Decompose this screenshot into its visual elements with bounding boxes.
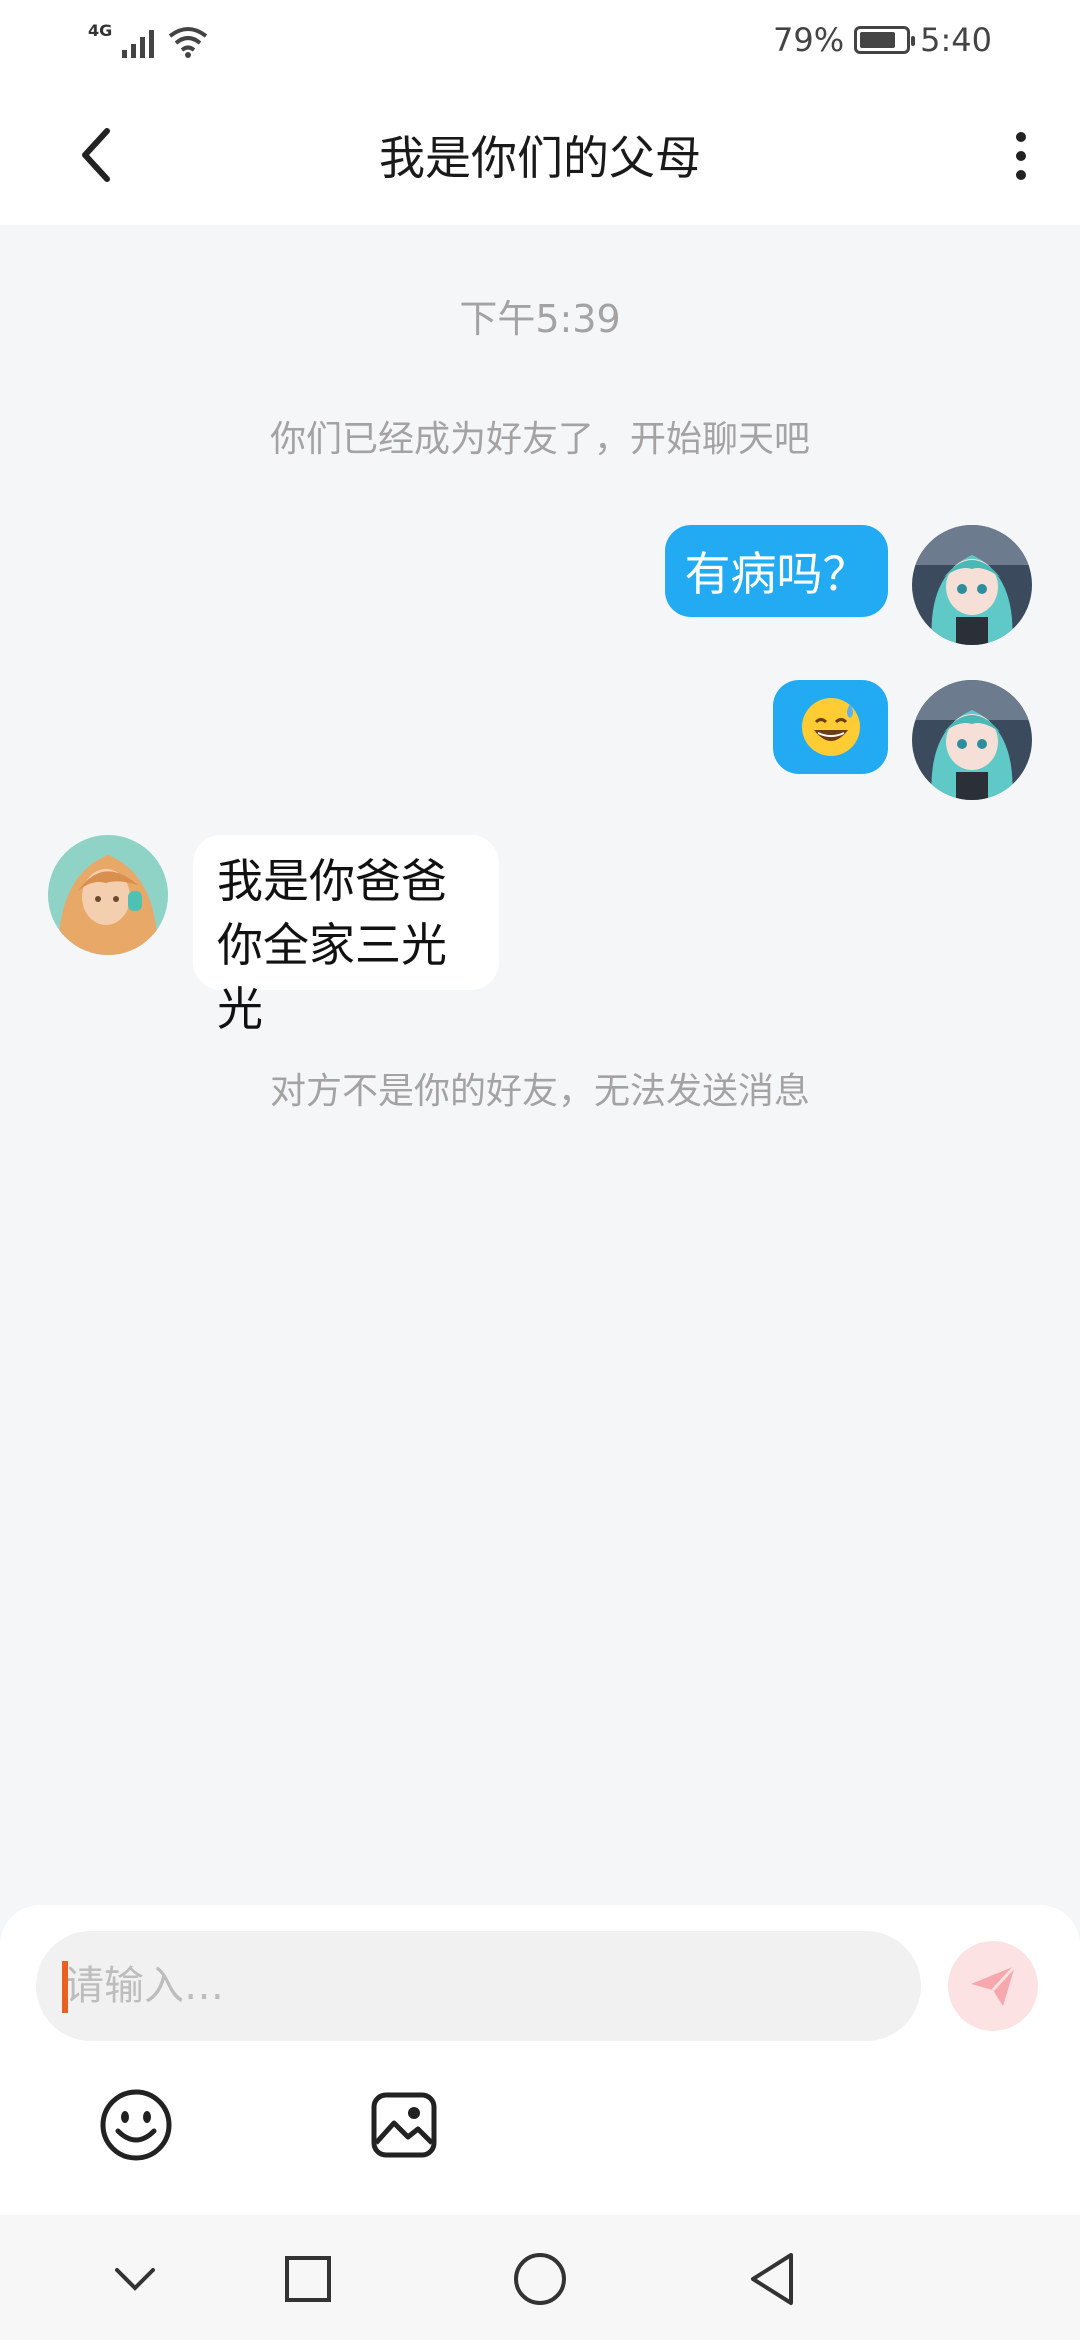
- more-dot: [1016, 151, 1026, 161]
- smiley-icon: [100, 2089, 172, 2161]
- battery-percent: 79%: [773, 21, 845, 59]
- nav-recents-button[interactable]: [278, 2249, 338, 2309]
- system-not-friend-notice: 对方不是你的好友，无法发送消息: [269, 1071, 810, 1112]
- page-title: 我是你们的父母: [379, 131, 701, 185]
- system-navigation-bar: [0, 2215, 1080, 2340]
- avatar[interactable]: [48, 835, 168, 955]
- status-bar: 4G 79% 5:40: [0, 0, 1080, 80]
- sent-emoji-bubble[interactable]: [773, 680, 888, 774]
- triangle-back-icon: [751, 2253, 793, 2305]
- system-friend-notice: 你们已经成为好友了，开始聊天吧: [269, 419, 810, 460]
- send-button[interactable]: [948, 1941, 1038, 2031]
- network-type: 4G: [88, 21, 113, 40]
- message-line: 你全家三光光: [217, 918, 447, 1036]
- wifi-icon: [169, 27, 208, 58]
- message-timestamp: 下午5:39: [459, 297, 621, 341]
- chevron-down-icon: [115, 2268, 155, 2291]
- square-icon: [285, 2256, 331, 2302]
- battery-level: [860, 32, 896, 48]
- nav-home-button[interactable]: [510, 2249, 570, 2309]
- text-caret: [62, 1961, 68, 2013]
- more-dot: [1016, 170, 1026, 180]
- composer: [0, 1905, 1080, 2215]
- image-icon: [371, 2092, 437, 2158]
- chat-header: 我是你们的父母: [0, 80, 1080, 225]
- sent-message-bubble[interactable]: 有病吗？: [665, 525, 888, 617]
- clock: 5:40: [920, 21, 992, 59]
- signal-icon: [122, 30, 155, 58]
- battery-icon: [854, 26, 916, 54]
- self-avatar-image: [912, 680, 1032, 800]
- image-button[interactable]: [368, 2085, 440, 2165]
- sweat-smile-emoji-icon: [801, 698, 860, 756]
- message-line: 我是你爸爸: [217, 854, 447, 908]
- avatar[interactable]: [912, 525, 1032, 645]
- more-options-button[interactable]: [986, 116, 1056, 196]
- received-message-bubble[interactable]: 我是你爸爸 你全家三光光: [193, 835, 499, 1036]
- nav-back-button[interactable]: [742, 2249, 802, 2309]
- paper-plane-icon: [971, 1964, 1017, 2006]
- status-right: 79% 5:40: [773, 18, 992, 62]
- more-vertical-icon: [1016, 132, 1026, 142]
- self-avatar-image: [912, 525, 1032, 645]
- status-left: 4G: [88, 18, 208, 58]
- avatar[interactable]: [912, 680, 1032, 800]
- circle-icon: [514, 2253, 566, 2305]
- emoji-button[interactable]: [96, 2085, 176, 2165]
- nav-collapse-button[interactable]: [105, 2249, 165, 2309]
- contact-avatar-image: [48, 835, 168, 955]
- message-input[interactable]: [36, 1931, 921, 2041]
